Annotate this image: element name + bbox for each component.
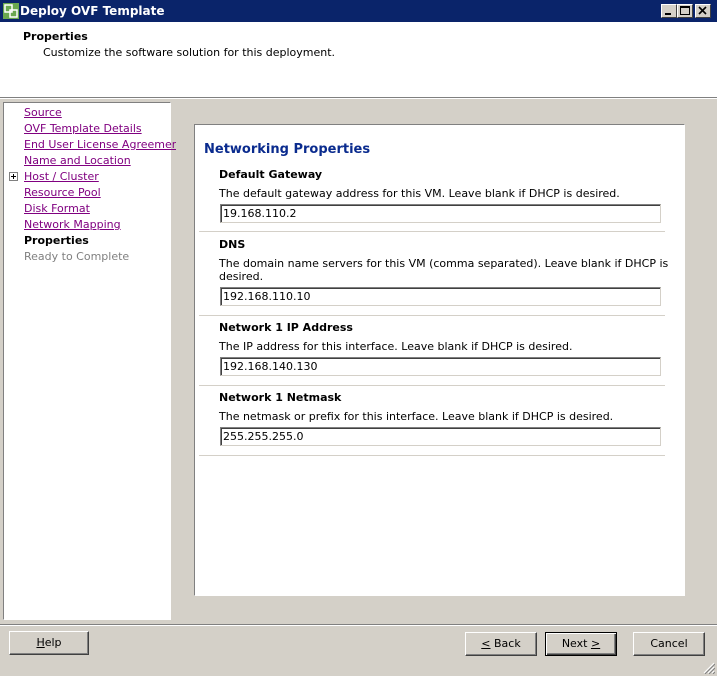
- default-gateway-label: Default Gateway: [219, 168, 323, 181]
- wizard-step-list: Source OVF Template Details End User Lic…: [3, 102, 183, 620]
- nav-item-ready-to-complete: Ready to Complete: [24, 250, 130, 263]
- network-1-netmask-description: The netmask or prefix for this interface…: [219, 410, 614, 423]
- default-gateway-description: The default gateway address for this VM.…: [219, 187, 620, 200]
- default-gateway-input[interactable]: [220, 204, 661, 223]
- minimize-button[interactable]: [661, 4, 677, 18]
- window-title: Deploy OVF Template: [20, 4, 165, 18]
- property-divider: [199, 315, 665, 316]
- next-button[interactable]: Next >: [545, 632, 617, 656]
- help-button[interactable]: Help: [9, 631, 89, 655]
- nav-item-properties: Properties: [24, 234, 89, 247]
- title-bar[interactable]: Deploy OVF Template: [0, 0, 717, 22]
- next-button-label: Next: [561, 637, 591, 650]
- help-button-mnemonic: H: [36, 636, 45, 649]
- nav-item-network-mapping[interactable]: Network Mapping: [24, 218, 121, 231]
- help-button-label: elp: [44, 636, 62, 649]
- close-icon: [698, 6, 707, 15]
- nav-item-resource-pool[interactable]: Resource Pool: [24, 186, 101, 199]
- vsphere-app-icon: [3, 3, 19, 19]
- property-divider: [199, 231, 665, 232]
- network-1-ip-description: The IP address for this interface. Leave…: [219, 340, 573, 353]
- cancel-button[interactable]: Cancel: [633, 632, 705, 656]
- nav-item-disk-format[interactable]: Disk Format: [24, 202, 90, 215]
- network-1-netmask-input[interactable]: [220, 427, 661, 446]
- cancel-button-label: Cancel: [650, 637, 688, 650]
- nav-item-eula[interactable]: End User License Agreement: [24, 138, 183, 151]
- nav-item-host-cluster[interactable]: Host / Cluster: [24, 170, 99, 183]
- wizard-header: Properties Customize the software soluti…: [0, 22, 717, 98]
- resize-grip-icon[interactable]: [703, 662, 715, 674]
- network-1-netmask-label: Network 1 Netmask: [219, 391, 342, 404]
- page-subtitle: Customize the software solution for this…: [43, 46, 336, 59]
- maximize-icon: [680, 6, 690, 15]
- nav-item-ovf-template-details[interactable]: OVF Template Details: [24, 122, 142, 135]
- dns-label: DNS: [219, 238, 246, 251]
- plus-icon: [11, 174, 16, 179]
- network-1-ip-label: Network 1 IP Address: [219, 321, 353, 334]
- property-divider: [199, 455, 665, 456]
- minimize-icon: [665, 13, 671, 15]
- property-divider: [199, 385, 665, 386]
- expand-host-cluster-button[interactable]: [9, 172, 18, 181]
- close-button[interactable]: [695, 4, 711, 18]
- dns-description: The domain name servers for this VM (com…: [219, 257, 669, 283]
- header-separator: [0, 98, 717, 99]
- section-title: Networking Properties: [204, 142, 371, 157]
- nav-item-source[interactable]: Source: [24, 106, 62, 119]
- back-button-label: Back: [490, 637, 521, 650]
- back-button-mnemonic: <: [481, 637, 491, 650]
- maximize-button[interactable]: [677, 4, 693, 18]
- nav-item-name-and-location[interactable]: Name and Location: [24, 154, 131, 167]
- properties-panel: Networking Properties Default Gateway Th…: [194, 124, 685, 596]
- dns-input[interactable]: [220, 287, 661, 306]
- next-button-mnemonic: >: [590, 637, 601, 650]
- page-title: Properties: [23, 30, 88, 43]
- back-button[interactable]: < Back: [465, 632, 537, 656]
- button-bar-highlight: [0, 625, 717, 626]
- network-1-ip-input[interactable]: [220, 357, 661, 376]
